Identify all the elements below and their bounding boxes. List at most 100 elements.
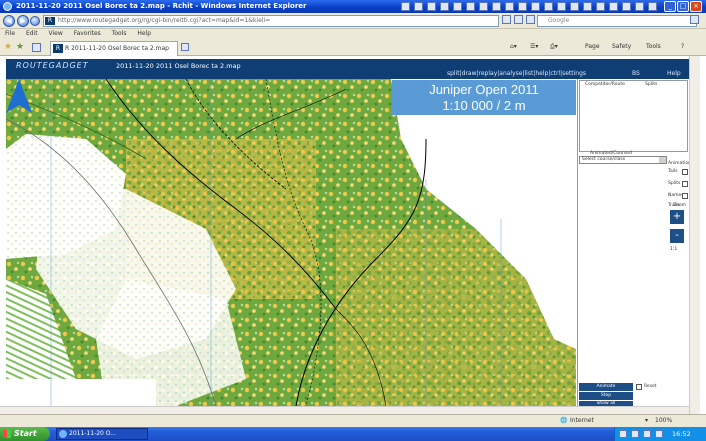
window-title: 2011-11-20 2011 Osel Borec ta 2.map - Rc… [16, 2, 307, 10]
home-icon[interactable]: ⌂▾ [510, 43, 517, 50]
toolbar-icon-17[interactable] [609, 2, 618, 11]
course-select-value: Select course/class [582, 157, 626, 162]
toolbar-icon-13[interactable] [557, 2, 566, 11]
zoom-out-button[interactable]: - [670, 229, 684, 243]
splits-header: Splits [645, 82, 658, 87]
compat-view-icon[interactable] [526, 15, 535, 24]
close-button[interactable]: × [690, 1, 702, 12]
menu-file[interactable]: File [5, 30, 15, 37]
routegadget-sidebar: Competitor/Route Splits Animated/Coursed… [577, 79, 691, 406]
toolbar-icon-12[interactable] [544, 2, 553, 11]
toolbar-icon-8[interactable] [492, 2, 501, 11]
forward-button[interactable]: ▶ [17, 15, 29, 27]
orienteering-map[interactable]: Juniper Open 2011 1:10 000 / 2 m [6, 79, 576, 406]
search-icon[interactable] [690, 15, 699, 24]
tab-routegadget[interactable]: R R 2011-11-20 Osel Borec ta 2.map [50, 41, 178, 56]
back-button[interactable]: ◀ [3, 15, 15, 27]
stop-icon[interactable] [514, 15, 523, 24]
reset-checkbox[interactable] [636, 384, 642, 390]
menu-edit[interactable]: Edit [26, 30, 38, 37]
toolbar-icon-11[interactable] [531, 2, 540, 11]
north-arrow-icon [6, 79, 32, 113]
map-graphic [6, 79, 576, 406]
internet-zone-icon: 🌐 [560, 417, 568, 424]
tab-favicon-icon: R [53, 44, 63, 53]
option-names-checkbox[interactable] [682, 193, 688, 199]
help-menu-icon[interactable]: ? [681, 43, 684, 50]
toolbar-icon-14[interactable] [570, 2, 579, 11]
print-icon[interactable]: ⎙▾ [550, 43, 558, 51]
toolbar-icon-10[interactable] [518, 2, 527, 11]
toolbar-icon-2[interactable] [414, 2, 423, 11]
page-menu[interactable]: Page [585, 43, 600, 50]
option-tails-checkbox[interactable] [682, 169, 688, 175]
protected-mode-icon[interactable]: ▾ [645, 417, 648, 424]
reset-label: Reset [644, 384, 657, 389]
minimize-button[interactable]: _ [664, 1, 676, 12]
toolbar-icon-5[interactable] [453, 2, 462, 11]
system-tray [614, 427, 706, 441]
tab-list-icon[interactable] [32, 43, 41, 52]
address-url: http://www.routegadget.org/rg/cgi-bin/re… [58, 17, 271, 24]
taskbar-ie-window[interactable]: 2011-11-20 O... [56, 428, 148, 440]
toolbar-icon-20[interactable] [648, 2, 657, 11]
competitor-list[interactable]: Competitor/Route Splits [579, 80, 688, 152]
bs-link[interactable]: BS [632, 70, 640, 77]
zoom-label: Zoom [673, 203, 686, 208]
safety-menu[interactable]: Safety [612, 43, 631, 50]
ie-logo-icon [3, 2, 12, 11]
stop-button[interactable]: Stop [579, 392, 633, 400]
favorites-star-icon[interactable]: ★ [4, 42, 12, 52]
options-label: Animation [668, 161, 691, 166]
toolbar-icon-3[interactable] [427, 2, 436, 11]
windows-flag-icon [3, 430, 11, 438]
security-zone: Internet [570, 417, 594, 424]
refresh-icon[interactable] [502, 15, 511, 24]
toolbar-icon-1[interactable] [401, 2, 410, 11]
toolbar-icon-4[interactable] [440, 2, 449, 11]
nav-links[interactable]: split|draw|replay|analyse|list|help|ctrl… [447, 70, 586, 77]
tab-label: R 2011-11-20 Osel Borec ta 2.map [65, 45, 169, 52]
tray-icon-4[interactable] [655, 430, 663, 438]
toolbar-icon-16[interactable] [596, 2, 605, 11]
toolbar-icon-15[interactable] [583, 2, 592, 11]
new-tab-icon[interactable] [181, 43, 189, 51]
tray-icon-2[interactable] [631, 430, 639, 438]
routegadget-logo: ROUTEGADGET [16, 61, 89, 70]
feeds-icon[interactable]: ☰▾ [530, 43, 538, 50]
horizontal-scrollbar[interactable] [0, 406, 689, 414]
routegadget-header: ROUTEGADGET 2011-11-20 2011 Osel Borec t… [6, 59, 689, 79]
tray-icon-1[interactable] [619, 430, 627, 438]
maximize-button[interactable]: □ [677, 1, 689, 12]
menu-help[interactable]: Help [137, 30, 151, 37]
start-button[interactable]: Start [0, 427, 50, 441]
address-input[interactable]: R http://www.routegadget.org/rg/cgi-bin/… [43, 15, 499, 27]
option-splits-checkbox[interactable] [682, 181, 688, 187]
event-title: 2011-11-20 2011 Osel Borec ta 2.map [116, 62, 241, 70]
tools-menu[interactable]: Tools [646, 43, 661, 50]
window-title-bar[interactable]: 2011-11-20 2011 Osel Borec ta 2.map - Rc… [0, 0, 706, 13]
competitor-header: Competitor/Route [585, 82, 625, 87]
menu-favorites[interactable]: Favorites [74, 30, 101, 37]
menu-tools[interactable]: Tools [112, 30, 127, 37]
option-splits-label: Splits [668, 181, 681, 186]
toolbar-icon-7[interactable] [479, 2, 488, 11]
course-select[interactable]: Select course/class [579, 156, 667, 164]
zoom-in-button[interactable]: + [670, 210, 684, 224]
search-input[interactable]: Google [537, 15, 697, 27]
zoom-value: 1:1 [670, 247, 678, 252]
tray-icon-3[interactable] [643, 430, 651, 438]
map-event-name: Juniper Open 2011 [429, 82, 539, 97]
help-link[interactable]: Help [667, 70, 681, 77]
vertical-scrollbar[interactable] [689, 56, 700, 414]
add-favorite-icon[interactable]: ★ [16, 42, 24, 52]
recent-pages-dropdown[interactable] [30, 16, 40, 26]
toolbar-icon-9[interactable] [505, 2, 514, 11]
zoom-level[interactable]: 100% [655, 417, 672, 424]
toolbar-icon-18[interactable] [622, 2, 631, 11]
animate-button[interactable]: Animate [579, 383, 633, 391]
start-label: Start [14, 429, 37, 438]
toolbar-icon-19[interactable] [635, 2, 644, 11]
toolbar-icon-6[interactable] [466, 2, 475, 11]
menu-view[interactable]: View [49, 30, 63, 37]
